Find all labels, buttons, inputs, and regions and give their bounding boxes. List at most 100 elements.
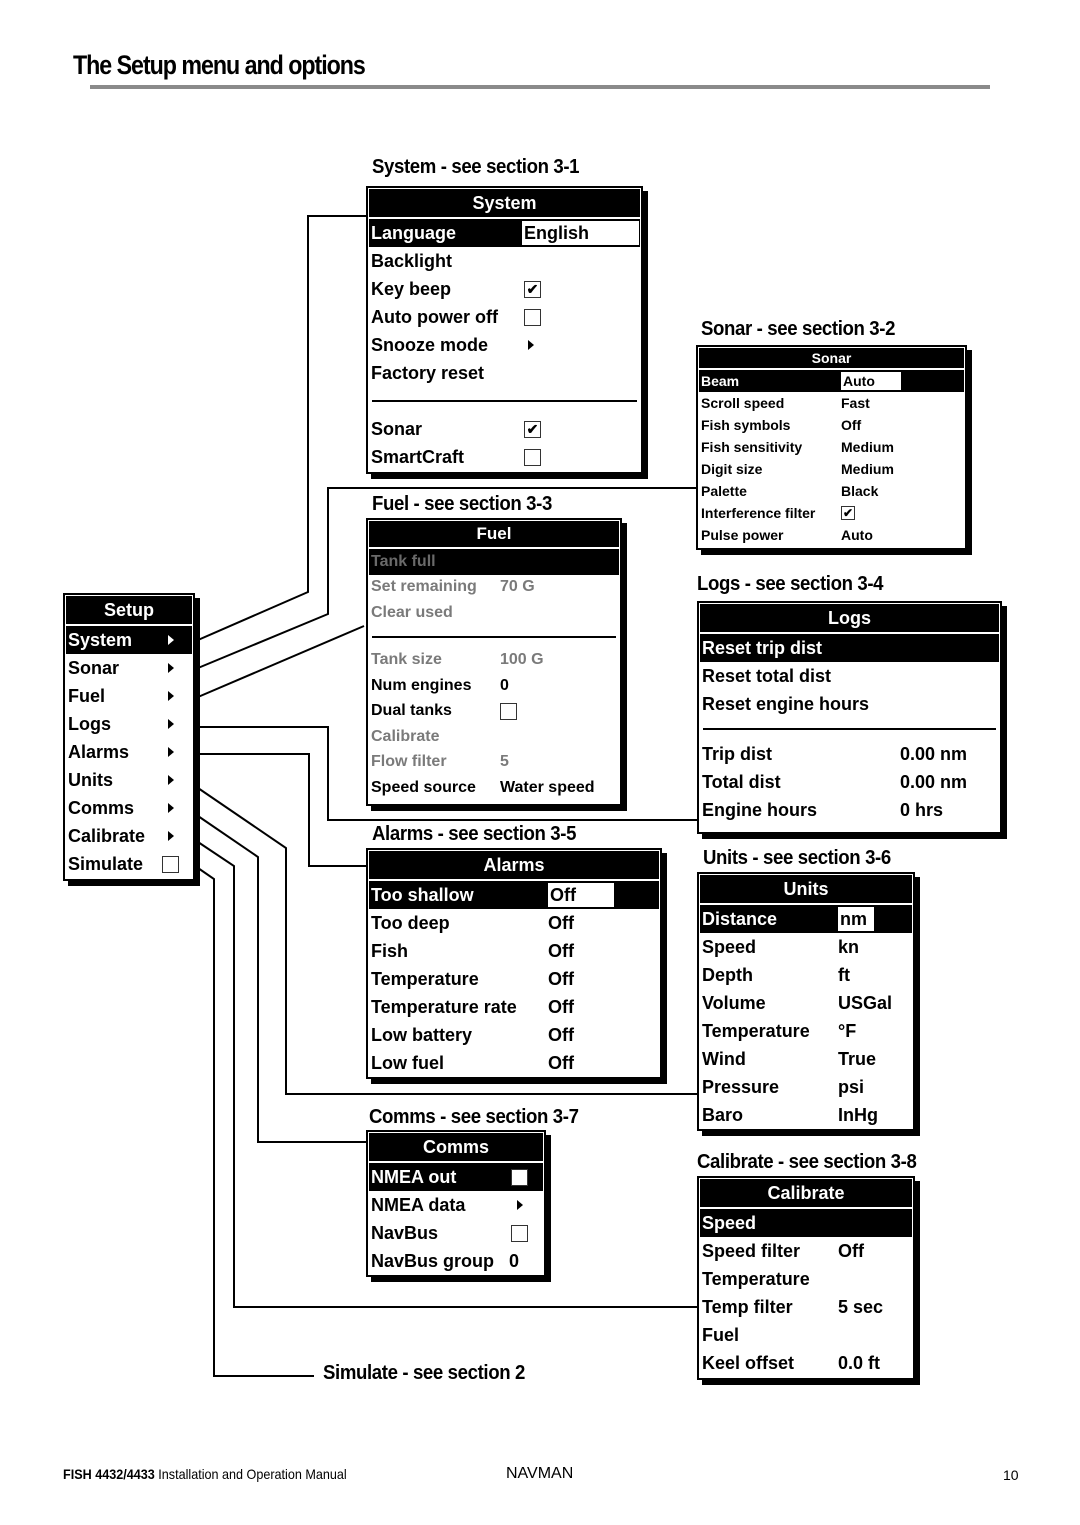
units-item-distance[interactable]: Distance nm [700,905,912,933]
setup-item-alarms[interactable]: Alarms [66,738,192,766]
alarms-item-low-fuel[interactable]: Low fuel Off [369,1049,659,1077]
alarms-item-too-shallow[interactable]: Too shallow Off [369,881,659,909]
item-label: System [68,629,133,650]
alarms-item-low-battery[interactable]: Low battery Off [369,1021,659,1049]
setup-item-simulate[interactable]: Simulate [66,850,192,878]
setup-menu-header: Setup [66,596,192,626]
fuel-item-dual-tanks[interactable]: Dual tanks [369,699,619,725]
fuel-item-flow-filter[interactable]: Flow filter 5 [369,750,619,776]
checkbox-unchecked-icon[interactable] [162,855,179,873]
units-item-depth[interactable]: Depth ft [700,961,912,989]
alarms-item-temperature-rate[interactable]: Temperature rate Off [369,993,659,1021]
item-label: Digit size [701,461,763,477]
logs-item-trip-dist[interactable]: Trip dist 0.00 nm [700,740,999,768]
comms-menu: Comms NMEA out NMEA data NavBus NavBus grou… [366,1130,546,1277]
checkbox-checked-icon[interactable]: ✔ [524,280,541,298]
setup-item-comms[interactable]: Comms [66,794,192,822]
checkbox-unchecked-icon[interactable] [524,308,541,326]
units-item-volume[interactable]: Volume USGal [700,989,912,1017]
sonar-item-fish-sensitivity[interactable]: Fish sensitivity Medium [699,436,964,458]
system-item-backlight[interactable]: Backlight [369,247,640,275]
checkbox-unchecked-icon[interactable] [524,448,541,466]
sonar-item-fish-symbols[interactable]: Fish symbols Off [699,414,964,436]
system-item-sonar[interactable]: Sonar ✔ [369,415,640,443]
fuel-item-num-engines[interactable]: Num engines 0 [369,673,619,699]
item-label: Baro [702,1104,744,1125]
alarms-item-fish[interactable]: Fish Off [369,937,659,965]
comms-item-navbus-group[interactable]: NavBus group 0 [369,1247,543,1275]
item-value: Off [548,996,574,1017]
item-label: Too deep [371,912,450,933]
sonar-item-digit-size[interactable]: Digit size Medium [699,458,964,480]
sonar-item-palette[interactable]: Palette Black [699,480,964,502]
item-value: 0.0 ft [838,1352,881,1373]
system-item-language[interactable]: Language English [369,219,640,247]
checkbox-unchecked-icon[interactable] [511,1224,528,1242]
checkbox-checked-icon[interactable]: ✔ [524,420,541,438]
setup-menu: Setup System Sonar Fuel Logs Alarms Units Comm… [63,593,195,881]
units-item-temperature[interactable]: Temperature °F [700,1017,912,1045]
system-item-smartcraft[interactable]: SmartCraft [369,443,640,471]
system-item-snooze-mode[interactable]: Snooze mode [369,331,640,359]
item-label: Temperature [702,1268,810,1289]
item-label: Speed source [371,778,476,796]
item-label: NavBus [371,1222,439,1243]
units-menu-header: Units [700,875,912,905]
comms-item-nmea-data[interactable]: NMEA data [369,1191,543,1219]
item-label: Reset trip dist [702,637,823,658]
setup-item-sonar[interactable]: Sonar [66,654,192,682]
fuel-item-clear-used[interactable]: Clear used [369,600,619,626]
item-label: Tank full [371,552,436,570]
sonar-item-pulse-power[interactable]: Pulse power Auto [699,524,964,546]
comms-item-nmea-out[interactable]: NMEA out [369,1163,543,1191]
calibrate-item-keel-offset[interactable]: Keel offset 0.0 ft [700,1349,912,1377]
system-item-factory-reset[interactable]: Factory reset [369,359,640,387]
alarms-item-temperature[interactable]: Temperature Off [369,965,659,993]
fuel-item-tank-size[interactable]: Tank size 100 G [369,648,619,674]
calibrate-item-speed[interactable]: Speed [700,1209,912,1237]
fuel-item-set-remaining[interactable]: Set remaining 70 G [369,575,619,601]
system-item-auto-power-off[interactable]: Auto power off [369,303,640,331]
comms-item-navbus[interactable]: NavBus [369,1219,543,1247]
checkbox-checked-icon[interactable]: ✔ [841,506,855,520]
logs-item-reset-engine-hours[interactable]: Reset engine hours [700,690,999,718]
system-item-key-beep[interactable]: Key beep ✔ [369,275,640,303]
sonar-item-beam[interactable]: Beam Auto [699,370,964,392]
item-value: 0 [509,1250,520,1271]
setup-item-system[interactable]: System [66,626,192,654]
logs-item-total-dist[interactable]: Total dist 0.00 nm [700,768,999,796]
calibrate-item-fuel[interactable]: Fuel [700,1321,912,1349]
checkbox-unchecked-icon[interactable] [500,702,517,720]
checkbox-unchecked-icon[interactable] [511,1168,528,1186]
units-item-baro[interactable]: Baro InHg [700,1101,912,1129]
calibrate-item-temperature[interactable]: Temperature [700,1265,912,1293]
footer-brand: NAVMAN [506,1465,574,1482]
units-item-speed[interactable]: Speed kn [700,933,912,961]
setup-item-calibrate[interactable]: Calibrate [66,822,192,850]
sonar-item-interference-filter[interactable]: Interference filter ✔ [699,502,964,524]
fuel-item-speed-source[interactable]: Speed source Water speed [369,775,619,801]
logs-item-reset-trip-dist[interactable]: Reset trip dist [700,634,999,662]
logs-item-engine-hours[interactable]: Engine hours 0 hrs [700,796,999,824]
alarms-item-too-deep[interactable]: Too deep Off [369,909,659,937]
item-label: NMEA out [371,1166,457,1187]
units-item-wind[interactable]: Wind True [700,1045,912,1073]
alarms-menu: Alarms Too shallow Off Too deep Off Fish Off T… [366,848,662,1079]
footer-page-number: 10 [1003,1467,1019,1483]
item-value: Black [841,483,879,499]
item-label: Distance [702,908,778,929]
calibrate-item-temp-filter[interactable]: Temp filter 5 sec [700,1293,912,1321]
fuel-item-tank-full[interactable]: Tank full [369,549,619,575]
setup-item-units[interactable]: Units [66,766,192,794]
item-value: 0 hrs [900,799,944,820]
setup-item-fuel[interactable]: Fuel [66,682,192,710]
item-value: Off [841,417,862,433]
item-label: Speed [702,936,757,957]
calibrate-item-speed-filter[interactable]: Speed filter Off [700,1237,912,1265]
fuel-item-calibrate[interactable]: Calibrate [369,724,619,750]
item-value: 0 [500,676,509,694]
logs-item-reset-total-dist[interactable]: Reset total dist [700,662,999,690]
setup-item-logs[interactable]: Logs [66,710,192,738]
units-item-pressure[interactable]: Pressure psi [700,1073,912,1101]
sonar-item-scroll-speed[interactable]: Scroll speed Fast [699,392,964,414]
